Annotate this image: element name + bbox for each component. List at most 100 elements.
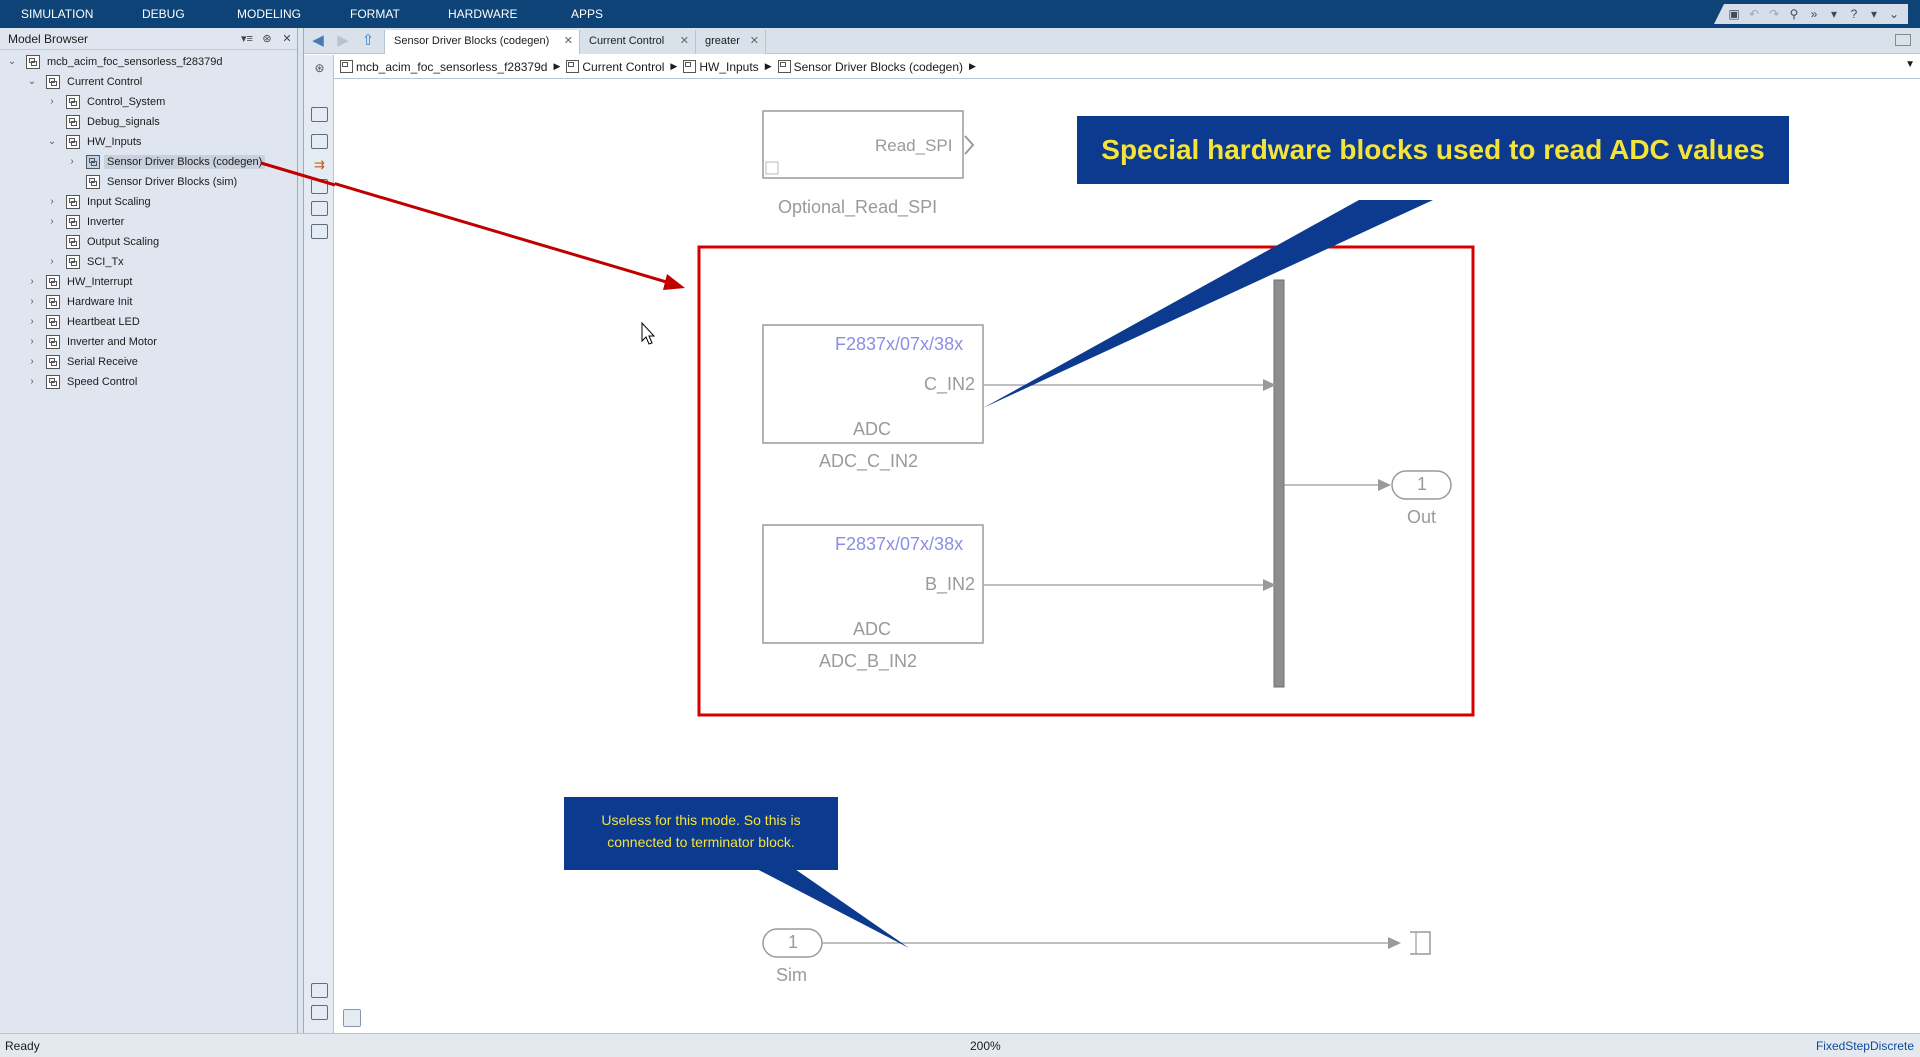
chevron-right-icon[interactable]: › — [46, 256, 58, 268]
close-icon[interactable]: ✕ — [750, 30, 759, 52]
adc-family-label: F2837x/07x/38x — [835, 334, 964, 354]
tree-item-inverter-and-motor[interactable]: › Inverter and Motor — [0, 332, 296, 352]
terminator-block[interactable] — [1410, 931, 1431, 955]
chevron-right-icon[interactable]: › — [26, 276, 38, 288]
hide-palette-icon[interactable]: ⊛ — [311, 61, 328, 76]
close-icon[interactable]: ✕ — [680, 30, 689, 52]
tree-item-sci-tx[interactable]: › SCI_Tx — [0, 252, 296, 272]
tree-item-label: Speed Control — [67, 376, 138, 388]
chevron-right-icon[interactable]: › — [66, 156, 78, 168]
tree-item-sensor-driver-blocks-sim[interactable]: Sensor Driver Blocks (sim) — [0, 172, 296, 192]
chevron-right-icon[interactable]: ▶ — [670, 61, 677, 72]
chevron-right-icon[interactable]: › — [26, 336, 38, 348]
tab-current-control[interactable]: Current Control ✕ — [580, 30, 696, 54]
chevron-right-icon[interactable]: › — [26, 356, 38, 368]
subsystem-icon — [66, 95, 80, 109]
search-icon[interactable]: ⚲ — [1784, 4, 1804, 24]
tab-list-icon[interactable] — [1895, 34, 1911, 46]
annotation-callout-small[interactable]: Useless for this mode. So this is connec… — [564, 797, 838, 870]
chevron-right-icon[interactable]: › — [46, 196, 58, 208]
area-icon[interactable] — [311, 224, 328, 239]
subsystem-icon — [683, 60, 697, 73]
tree-item-control-system[interactable]: › Control_System — [0, 92, 296, 112]
help-icon[interactable]: ? — [1844, 4, 1864, 24]
more-icon[interactable]: » — [1804, 4, 1824, 24]
tree-item-sensor-driver-blocks-codegen[interactable]: › Sensor Driver Blocks (codegen) — [0, 152, 296, 172]
tree-item-debug-signals[interactable]: Debug_signals — [0, 112, 296, 132]
chevron-right-icon[interactable]: › — [46, 216, 58, 228]
annotation-callout-main[interactable]: Special hardware blocks used to read ADC… — [1077, 116, 1789, 184]
tool-palette: ⊛ ⇉ « — [304, 55, 334, 1044]
tree-item-heartbeat-led[interactable]: › Heartbeat LED — [0, 312, 296, 332]
collapse-toolstrip-icon[interactable]: ⌄ — [1884, 4, 1904, 24]
tree-item-output-scaling[interactable]: Output Scaling — [0, 232, 296, 252]
chevron-down-icon[interactable]: ▾ — [1864, 4, 1884, 24]
pointer-arrowhead — [663, 274, 685, 290]
chevron-right-icon[interactable]: › — [46, 96, 58, 108]
tab-greater[interactable]: greater ✕ — [696, 30, 766, 54]
adc-type-label: ADC — [853, 619, 892, 639]
close-icon[interactable]: ✕ — [277, 32, 297, 45]
tree-item-serial-receive[interactable]: › Serial Receive — [0, 352, 296, 372]
zoom-icon[interactable] — [311, 107, 328, 122]
up-arrow-icon[interactable]: ⇧ — [357, 31, 379, 51]
tree-item-input-scaling[interactable]: › Input Scaling — [0, 192, 296, 212]
redo-icon[interactable]: ↷ — [1764, 4, 1784, 24]
highlight-box — [697, 245, 1475, 717]
read-spi-block-name: Optional_Read_SPI — [778, 197, 938, 217]
tree-item-inverter[interactable]: › Inverter — [0, 212, 296, 232]
breadcrumb-item-current-control[interactable]: Current Control ▶ — [560, 55, 677, 79]
tab-debug[interactable]: DEBUG — [142, 0, 185, 28]
sort-icon[interactable]: ▾≡ — [237, 32, 257, 45]
chevron-right-icon[interactable]: ▶ — [765, 61, 772, 72]
chevron-down-icon[interactable]: ▾ — [1824, 4, 1844, 24]
diagram-drawing — [335, 110, 1475, 958]
chevron-right-icon[interactable]: ▶ — [969, 61, 976, 72]
chevron-right-icon[interactable]: › — [26, 316, 38, 328]
back-arrow-icon[interactable]: ◀ — [307, 31, 329, 51]
tree-item-speed-control[interactable]: › Speed Control — [0, 372, 296, 392]
filter-icon[interactable]: ⊛ — [257, 32, 277, 45]
chevron-right-icon[interactable]: › — [26, 296, 38, 308]
breadcrumb-item-sensor-driver-blocks[interactable]: Sensor Driver Blocks (codegen) ▶ — [772, 55, 976, 79]
tree-item-label: Sensor Driver Blocks (codegen) — [104, 155, 266, 169]
mux-block[interactable] — [1273, 279, 1285, 688]
chevron-right-icon[interactable]: › — [26, 376, 38, 388]
fit-view-icon[interactable] — [311, 134, 328, 149]
tab-apps[interactable]: APPS — [571, 0, 603, 28]
tree-item-hw-inputs[interactable]: ⌄ HW_Inputs — [0, 132, 296, 152]
chevron-down-icon[interactable]: ▼ — [1905, 59, 1915, 70]
tree-item-hw-interrupt[interactable]: › HW_Interrupt — [0, 272, 296, 292]
tab-simulation[interactable]: SIMULATION — [21, 0, 93, 28]
breadcrumb-item-hw-inputs[interactable]: HW_Inputs ▶ — [677, 55, 772, 79]
tab-modeling[interactable]: MODELING — [237, 0, 301, 28]
solver-link[interactable]: FixedStepDiscrete — [1816, 1039, 1914, 1053]
chevron-right-icon[interactable]: ▶ — [553, 61, 560, 72]
undo-icon[interactable]: ↶ — [1744, 4, 1764, 24]
screenshot-icon[interactable] — [311, 983, 328, 998]
chevron-down-icon[interactable]: ⌄ — [46, 136, 58, 148]
chevron-down-icon[interactable]: ⌄ — [26, 76, 38, 88]
chevron-down-icon[interactable]: ⌄ — [6, 56, 18, 68]
zoom-level[interactable]: 200% — [970, 1039, 1001, 1053]
model-browser: Model Browser ▾≡ ⊛ ✕ ⌄ mcb_acim_foc_sens… — [0, 28, 298, 1033]
save-icon[interactable]: ▣ — [1724, 4, 1744, 24]
tab-format[interactable]: FORMAT — [350, 0, 400, 28]
tab-hardware[interactable]: HARDWARE — [448, 0, 518, 28]
diagram-canvas[interactable]: Read_SPI Optional_Read_SPI F2837x/07x/38… — [335, 80, 1920, 1033]
adc-b-in2-block-name: ADC_B_IN2 — [819, 651, 918, 671]
report-icon[interactable] — [311, 1005, 328, 1020]
breadcrumb-item-model[interactable]: mcb_acim_foc_sensorless_f28379d ▶ — [334, 55, 560, 79]
image-icon[interactable] — [311, 201, 328, 216]
forward-arrow-icon[interactable]: ▶ — [332, 31, 354, 51]
tree-item-hardware-init[interactable]: › Hardware Init — [0, 292, 296, 312]
subsystem-icon — [66, 235, 80, 249]
inport-number: 1 — [788, 932, 799, 952]
tree-item-label: Debug_signals — [87, 116, 160, 128]
tree-item-current-control[interactable]: ⌄ Current Control — [0, 72, 296, 92]
tree-item-mcb_acim_foc_sensorless_f28379d[interactable]: ⌄ mcb_acim_foc_sensorless_f28379d — [0, 52, 296, 72]
fit-to-view-icon[interactable] — [343, 1009, 361, 1027]
close-icon[interactable]: ✕ — [564, 30, 573, 52]
tree-item-label: Sensor Driver Blocks (sim) — [107, 176, 238, 188]
tab-sensor-driver-blocks-codegen[interactable]: Sensor Driver Blocks (codegen) ✕ — [384, 30, 580, 54]
